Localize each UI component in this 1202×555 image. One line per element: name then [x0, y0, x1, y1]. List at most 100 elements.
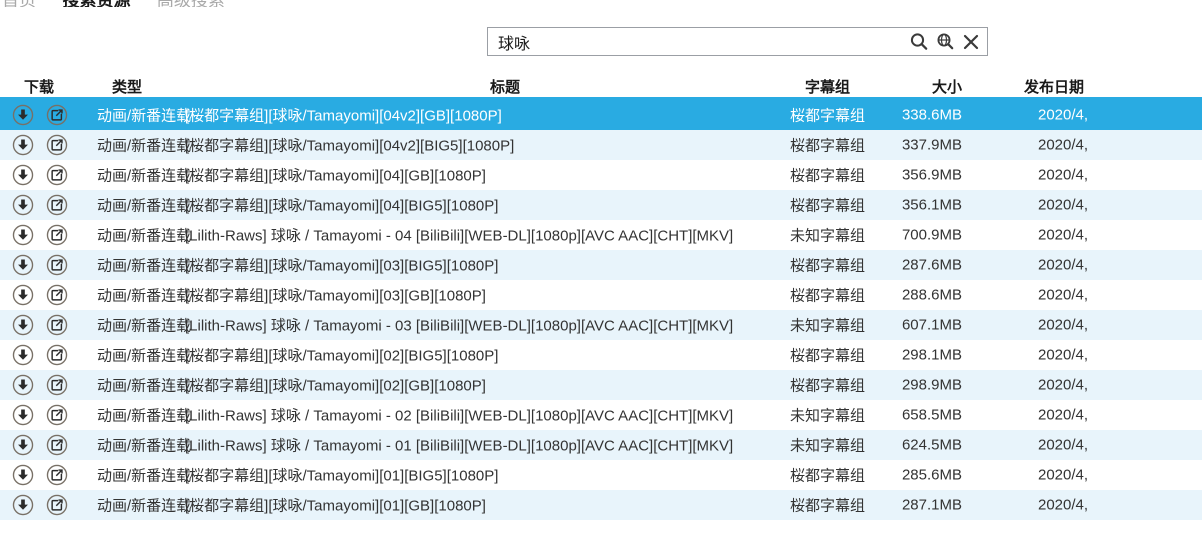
- table-row[interactable]: 动画/新番连载 [桜都字幕组][球咏/Tamayomi][02][BIG5][1…: [0, 340, 1202, 370]
- row-date: 2020/4,: [1038, 317, 1088, 334]
- row-size: 287.6MB: [870, 257, 962, 274]
- row-type: 动画/新番连载: [97, 315, 191, 336]
- open-external-icon[interactable]: [46, 194, 68, 216]
- download-icon[interactable]: [12, 434, 34, 456]
- row-date: 2020/4,: [1038, 287, 1088, 304]
- row-size: 700.9MB: [870, 227, 962, 244]
- row-size: 356.1MB: [870, 197, 962, 214]
- download-icon[interactable]: [12, 284, 34, 306]
- row-date: 2020/4,: [1038, 467, 1088, 484]
- top-nav: 首页 搜索资源 高级搜索: [0, 0, 1202, 7]
- nav-item-advanced-search[interactable]: 高级搜索: [157, 0, 225, 7]
- table-row[interactable]: 动画/新番连载 [桜都字幕组][球咏/Tamayomi][01][GB][108…: [0, 490, 1202, 520]
- results-table: 动画/新番连载 [桜都字幕组][球咏/Tamayomi][04v2][GB][1…: [0, 100, 1202, 520]
- table-header: 下载 类型 标题 字幕组 大小 发布日期: [0, 70, 1202, 97]
- row-date: 2020/4,: [1038, 107, 1088, 124]
- table-row[interactable]: 动画/新番连载 [桜都字幕组][球咏/Tamayomi][03][GB][108…: [0, 280, 1202, 310]
- row-title[interactable]: [桜都字幕组][球咏/Tamayomi][02][BIG5][1080P]: [185, 345, 498, 366]
- download-icon[interactable]: [12, 314, 34, 336]
- table-row[interactable]: 动画/新番连载 [Lilith-Raws] 球咏 / Tamayomi - 04…: [0, 220, 1202, 250]
- table-row[interactable]: 动画/新番连载 [桜都字幕组][球咏/Tamayomi][04][BIG5][1…: [0, 190, 1202, 220]
- row-size: 298.1MB: [870, 347, 962, 364]
- row-title[interactable]: [桜都字幕组][球咏/Tamayomi][04v2][GB][1080P]: [185, 105, 502, 126]
- open-external-icon[interactable]: [46, 284, 68, 306]
- open-external-icon[interactable]: [46, 344, 68, 366]
- row-title[interactable]: [Lilith-Raws] 球咏 / Tamayomi - 04 [BiliBi…: [185, 225, 733, 246]
- row-type: 动画/新番连载: [97, 255, 191, 276]
- open-external-icon[interactable]: [46, 104, 68, 126]
- open-external-icon[interactable]: [46, 464, 68, 486]
- row-title[interactable]: [桜都字幕组][球咏/Tamayomi][04v2][BIG5][1080P]: [185, 135, 514, 156]
- search-bar: [487, 27, 988, 56]
- download-icon[interactable]: [12, 404, 34, 426]
- search-icon[interactable]: [906, 29, 932, 55]
- table-row[interactable]: 动画/新番连载 [Lilith-Raws] 球咏 / Tamayomi - 02…: [0, 400, 1202, 430]
- download-icon[interactable]: [12, 344, 34, 366]
- row-date: 2020/4,: [1038, 377, 1088, 394]
- row-size: 658.5MB: [870, 407, 962, 424]
- table-row[interactable]: 动画/新番连载 [Lilith-Raws] 球咏 / Tamayomi - 01…: [0, 430, 1202, 460]
- download-icon[interactable]: [12, 134, 34, 156]
- table-row[interactable]: 动画/新番连载 [桜都字幕组][球咏/Tamayomi][04][GB][108…: [0, 160, 1202, 190]
- row-title[interactable]: [桜都字幕组][球咏/Tamayomi][02][GB][1080P]: [185, 375, 486, 396]
- column-header-type[interactable]: 类型: [112, 76, 142, 97]
- row-title[interactable]: [Lilith-Raws] 球咏 / Tamayomi - 03 [BiliBi…: [185, 315, 733, 336]
- clear-icon[interactable]: [958, 29, 984, 55]
- row-title[interactable]: [Lilith-Raws] 球咏 / Tamayomi - 01 [BiliBi…: [185, 435, 733, 456]
- row-size: 607.1MB: [870, 317, 962, 334]
- row-date: 2020/4,: [1038, 497, 1088, 514]
- table-row[interactable]: 动画/新番连载 [桜都字幕组][球咏/Tamayomi][03][BIG5][1…: [0, 250, 1202, 280]
- nav-item-home[interactable]: 首页: [2, 0, 36, 7]
- row-title[interactable]: [桜都字幕组][球咏/Tamayomi][01][BIG5][1080P]: [185, 465, 498, 486]
- open-external-icon[interactable]: [46, 254, 68, 276]
- download-icon[interactable]: [12, 254, 34, 276]
- search-input[interactable]: [488, 28, 906, 55]
- row-type: 动画/新番连载: [97, 375, 191, 396]
- open-external-icon[interactable]: [46, 134, 68, 156]
- download-icon[interactable]: [12, 374, 34, 396]
- table-row[interactable]: 动画/新番连载 [桜都字幕组][球咏/Tamayomi][02][GB][108…: [0, 370, 1202, 400]
- row-title[interactable]: [Lilith-Raws] 球咏 / Tamayomi - 02 [BiliBi…: [185, 405, 733, 426]
- row-title[interactable]: [桜都字幕组][球咏/Tamayomi][01][GB][1080P]: [185, 495, 486, 516]
- open-external-icon[interactable]: [46, 494, 68, 516]
- app-window: 首页 搜索资源 高级搜索 下载: [0, 0, 1202, 555]
- table-row[interactable]: 动画/新番连载 [桜都字幕组][球咏/Tamayomi][01][BIG5][1…: [0, 460, 1202, 490]
- row-type: 动画/新番连载: [97, 135, 191, 156]
- nav-item-search-resources[interactable]: 搜索资源: [62, 0, 130, 7]
- download-icon[interactable]: [12, 164, 34, 186]
- column-header-date[interactable]: 发布日期: [1024, 76, 1084, 97]
- row-date: 2020/4,: [1038, 197, 1088, 214]
- row-title[interactable]: [桜都字幕组][球咏/Tamayomi][04][GB][1080P]: [185, 165, 486, 186]
- row-type: 动画/新番连载: [97, 495, 191, 516]
- row-size: 356.9MB: [870, 167, 962, 184]
- web-search-icon[interactable]: [932, 29, 958, 55]
- column-header-size[interactable]: 大小: [870, 76, 962, 97]
- row-date: 2020/4,: [1038, 227, 1088, 244]
- row-date: 2020/4,: [1038, 257, 1088, 274]
- table-row[interactable]: 动画/新番连载 [桜都字幕组][球咏/Tamayomi][04v2][GB][1…: [0, 100, 1202, 130]
- open-external-icon[interactable]: [46, 404, 68, 426]
- download-icon[interactable]: [12, 494, 34, 516]
- row-title[interactable]: [桜都字幕组][球咏/Tamayomi][04][BIG5][1080P]: [185, 195, 498, 216]
- open-external-icon[interactable]: [46, 224, 68, 246]
- download-icon[interactable]: [12, 194, 34, 216]
- open-external-icon[interactable]: [46, 434, 68, 456]
- open-external-icon[interactable]: [46, 374, 68, 396]
- column-header-title[interactable]: 标题: [185, 76, 825, 97]
- row-title[interactable]: [桜都字幕组][球咏/Tamayomi][03][GB][1080P]: [185, 285, 486, 306]
- column-header-download[interactable]: 下载: [24, 76, 54, 97]
- table-row[interactable]: 动画/新番连载 [Lilith-Raws] 球咏 / Tamayomi - 03…: [0, 310, 1202, 340]
- row-title[interactable]: [桜都字幕组][球咏/Tamayomi][03][BIG5][1080P]: [185, 255, 498, 276]
- row-size: 624.5MB: [870, 437, 962, 454]
- row-type: 动画/新番连载: [97, 195, 191, 216]
- download-icon[interactable]: [12, 224, 34, 246]
- download-icon[interactable]: [12, 464, 34, 486]
- row-type: 动画/新番连载: [97, 345, 191, 366]
- table-row[interactable]: 动画/新番连载 [桜都字幕组][球咏/Tamayomi][04v2][BIG5]…: [0, 130, 1202, 160]
- row-date: 2020/4,: [1038, 167, 1088, 184]
- open-external-icon[interactable]: [46, 164, 68, 186]
- row-type: 动画/新番连载: [97, 105, 191, 126]
- row-date: 2020/4,: [1038, 407, 1088, 424]
- open-external-icon[interactable]: [46, 314, 68, 336]
- download-icon[interactable]: [12, 104, 34, 126]
